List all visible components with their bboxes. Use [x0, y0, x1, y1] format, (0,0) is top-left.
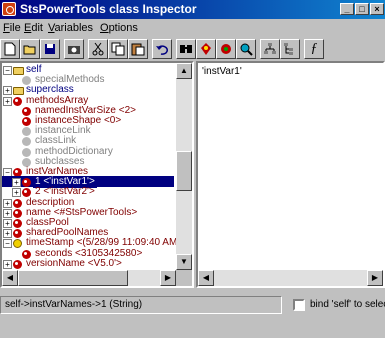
copy-icon[interactable]: [108, 39, 128, 59]
value-text[interactable]: 'instVar1': [202, 66, 242, 77]
maximize-icon[interactable]: □: [355, 3, 369, 15]
tree-vertical-scrollbar[interactable]: ▲ ▼: [176, 63, 192, 270]
tree-row[interactable]: + versionName <V5.0'>: [2, 258, 174, 270]
paste-icon[interactable]: [128, 39, 148, 59]
bind-self-checkbox[interactable]: [293, 299, 305, 311]
inspect-icon[interactable]: [196, 39, 216, 59]
expand-icon[interactable]: +: [3, 259, 12, 269]
minimize-icon[interactable]: _: [340, 3, 354, 15]
scroll-up-icon[interactable]: ▲: [176, 63, 192, 79]
status-bar: self->instVarNames->1 (String) bind 'sel…: [0, 290, 385, 338]
menu-variables[interactable]: Variables: [48, 22, 93, 34]
scroll-left-icon[interactable]: ◀: [2, 270, 18, 286]
open-icon[interactable]: [20, 39, 40, 59]
tree-horizontal-scrollbar[interactable]: ◀ ▶: [2, 270, 176, 286]
toolbar: ƒ: [0, 38, 385, 60]
menu-options[interactable]: Options: [100, 22, 138, 34]
menu-file[interactable]: File: [3, 22, 21, 34]
app-icon[interactable]: [2, 2, 16, 16]
value-horizontal-scrollbar[interactable]: ◀ ▶: [198, 270, 383, 286]
menu-bar: File Edit Variables Options: [0, 19, 385, 37]
function-icon[interactable]: ƒ: [304, 39, 324, 59]
title-bar: StsPowerTools class Inspector _ □ ×: [0, 0, 385, 19]
tree-row-label: versionName <V5.0'>: [26, 257, 122, 269]
search-icon[interactable]: [236, 39, 256, 59]
variable-icon: [13, 259, 22, 269]
undo-icon[interactable]: [152, 39, 172, 59]
hierarchy-icon[interactable]: [260, 39, 280, 59]
scroll-right-icon[interactable]: ▶: [160, 270, 176, 286]
cut-icon[interactable]: [88, 39, 108, 59]
new-icon[interactable]: [0, 39, 20, 59]
close-icon[interactable]: ×: [370, 3, 384, 15]
window-title: StsPowerTools class Inspector: [20, 2, 197, 16]
variable-tree[interactable]: − self specialMethods + superclass + methodsAr…: [0, 61, 194, 288]
scroll-corner: [176, 270, 192, 286]
selection-path: self->instVarNames->1 (String): [0, 296, 282, 314]
tree-hscroll-thumb[interactable]: [18, 270, 128, 286]
scroll-left-icon[interactable]: ◀: [198, 270, 214, 286]
value-pane[interactable]: 'instVar1' ◀ ▶: [196, 61, 385, 288]
scroll-right-icon[interactable]: ▶: [367, 270, 383, 286]
browse-icon[interactable]: [216, 39, 236, 59]
bind-self-label[interactable]: bind 'self' to selection: [310, 299, 385, 310]
menu-edit[interactable]: Edit: [24, 22, 43, 34]
tree-scroll-thumb[interactable]: [176, 151, 192, 191]
scroll-down-icon[interactable]: ▼: [176, 254, 192, 270]
tree-icon[interactable]: [280, 39, 300, 59]
find-icon[interactable]: [176, 39, 196, 59]
camera-icon[interactable]: [64, 39, 84, 59]
save-icon[interactable]: [40, 39, 60, 59]
